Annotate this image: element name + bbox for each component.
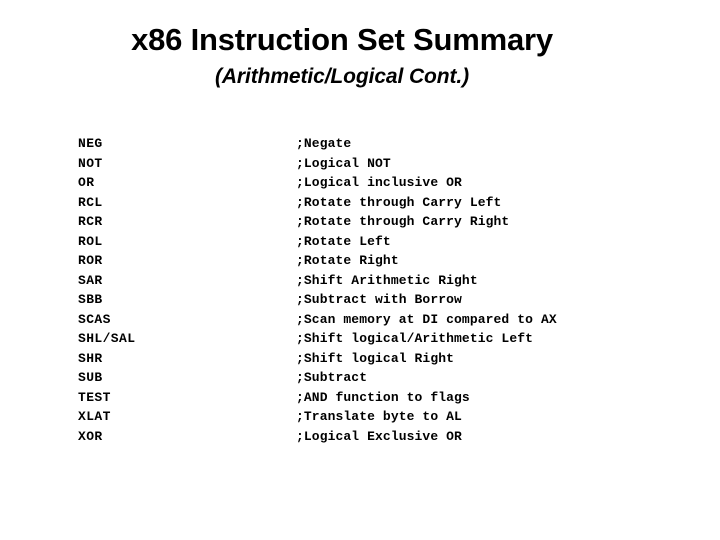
instruction-description: ;Shift logical Right	[296, 350, 455, 366]
instruction-list: NEG ;Negate NOT ;Logical NOT OR ;Logical incl…	[78, 134, 678, 446]
instruction-row: RCR ;Rotate through Carry Right	[78, 212, 678, 232]
instruction-description: ;AND function to flags	[296, 389, 470, 405]
instruction-mnemonic: OR	[78, 175, 95, 190]
instruction-row: NEG ;Negate	[78, 134, 678, 154]
instruction-description: ;Rotate Right	[296, 253, 399, 268]
instruction-description: ;Rotate through Carry Left	[296, 194, 502, 210]
instruction-mnemonic: SCAS	[78, 311, 111, 327]
instruction-mnemonic: NEG	[78, 136, 103, 151]
instruction-row: TEST ;AND function to flags	[78, 388, 678, 408]
instruction-mnemonic: XLAT	[78, 409, 111, 424]
instruction-mnemonic: SHL/SAL	[78, 331, 136, 346]
instruction-description: ;Shift Arithmetic Right	[296, 272, 478, 288]
instruction-mnemonic: SHR	[78, 350, 103, 366]
instruction-mnemonic: TEST	[78, 389, 111, 405]
instruction-description: ;Shift logical/Arithmetic Left	[296, 331, 534, 346]
instruction-row: ROR ;Rotate Right	[78, 251, 678, 271]
instruction-description: ;Scan memory at DI compared to AX	[296, 311, 557, 327]
instruction-row: SBB ;Subtract with Borrow	[78, 290, 678, 310]
page-subtitle: (Arithmetic/Logical Cont.)	[214, 65, 470, 88]
instruction-row: SAR ;Shift Arithmetic Right	[78, 271, 678, 291]
instruction-mnemonic: ROL	[78, 233, 103, 249]
instruction-row: RCL ;Rotate through Carry Left	[78, 193, 678, 213]
instruction-row: SHL/SAL ;Shift logical/Arithmetic Left	[78, 329, 678, 349]
instruction-description: ;Subtract	[296, 370, 368, 385]
instruction-mnemonic: RCR	[78, 214, 103, 229]
instruction-description: ;Translate byte to AL	[296, 409, 462, 424]
instruction-row: SUB ;Subtract	[78, 368, 678, 388]
instruction-description: ;Subtract with Borrow	[296, 292, 462, 307]
instruction-description: ;Logical NOT	[296, 155, 391, 171]
instruction-description: ;Logical inclusive OR	[296, 175, 462, 190]
instruction-description: ;Rotate Left	[296, 233, 391, 249]
instruction-mnemonic: NOT	[78, 155, 103, 171]
instruction-mnemonic: ROR	[78, 253, 103, 268]
instruction-row: ROL ;Rotate Left	[78, 232, 678, 252]
instruction-description: ;Logical Exclusive OR	[296, 428, 462, 444]
instruction-row: XOR ;Logical Exclusive OR	[78, 427, 678, 447]
instruction-row: SHR ;Shift logical Right	[78, 349, 678, 369]
page-title: x86 Instruction Set Summary	[131, 22, 553, 57]
instruction-mnemonic: SAR	[78, 272, 103, 288]
instruction-mnemonic: XOR	[78, 428, 103, 444]
instruction-mnemonic: RCL	[78, 194, 103, 210]
title-block: x86 Instruction Set Summary (Arithmetic/…	[0, 22, 684, 90]
slide: x86 Instruction Set Summary (Arithmetic/…	[0, 0, 720, 540]
instruction-row: SCAS ;Scan memory at DI compared to AX	[78, 310, 678, 330]
instruction-mnemonic: SUB	[78, 370, 103, 385]
instruction-row: OR ;Logical inclusive OR	[78, 173, 678, 193]
instruction-mnemonic: SBB	[78, 292, 103, 307]
instruction-description: ;Rotate through Carry Right	[296, 214, 510, 229]
instruction-description: ;Negate	[296, 136, 352, 151]
instruction-row: NOT ;Logical NOT	[78, 154, 678, 174]
instruction-row: XLAT ;Translate byte to AL	[78, 407, 678, 427]
